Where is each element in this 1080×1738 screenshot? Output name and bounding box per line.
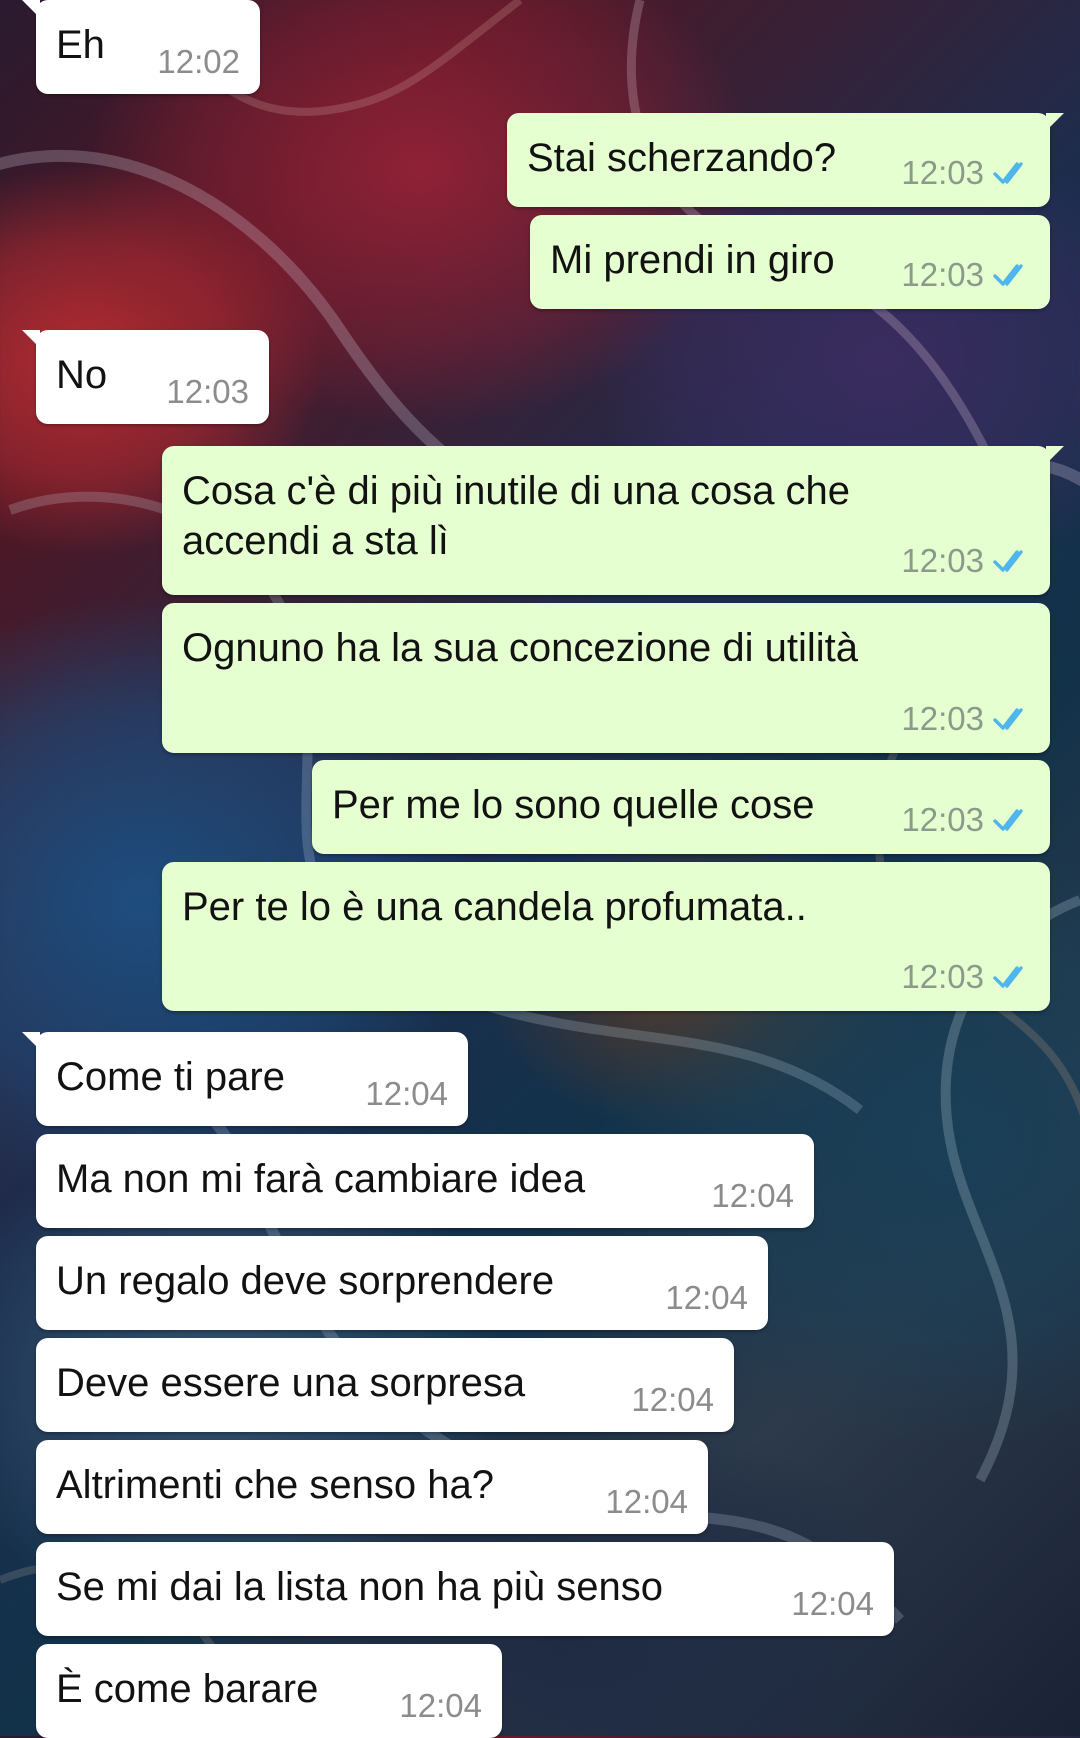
message-bubble[interactable]: Altrimenti che senso ha? 12:04 (36, 1440, 708, 1534)
message-meta: 12:03 (901, 960, 1032, 993)
message-timestamp: 12:03 (901, 700, 984, 737)
message-text: Ognuno ha la sua concezione di utilità (182, 626, 859, 670)
message-meta: 12:04 (791, 1587, 874, 1620)
double-check-icon (992, 805, 1032, 835)
double-check-icon (992, 546, 1032, 576)
message-bubble[interactable]: Eh 12:02 (22, 0, 260, 94)
message-bubble[interactable]: Come ti pare 12:04 (22, 1032, 468, 1126)
double-check-icon (992, 158, 1032, 188)
message-bubble[interactable]: Un regalo deve sorprendere 12:04 (36, 1236, 768, 1330)
message-timestamp: 12:03 (901, 542, 984, 579)
message-timestamp: 12:03 (166, 373, 249, 410)
message-timestamp: 12:04 (605, 1483, 688, 1520)
message-bubble[interactable]: Per te lo è una candela profumata.. 12:0… (162, 862, 1050, 1011)
message-text: Per te lo è una candela profumata.. (182, 885, 807, 929)
message-text: Altrimenti che senso ha? (56, 1463, 495, 1507)
chat-message-list: Eh 12:02 Stai scherzando? 12:03 Mi prend… (0, 0, 1080, 1738)
message-bubble[interactable]: Stai scherzando? 12:03 (507, 113, 1064, 207)
message-bubble[interactable]: Per me lo sono quelle cose 12:03 (312, 760, 1050, 854)
message-timestamp: 12:03 (901, 154, 984, 191)
message-timestamp: 12:04 (631, 1381, 714, 1418)
message-meta: 12:04 (399, 1689, 482, 1722)
message-bubble[interactable]: Deve essere una sorpresa 12:04 (36, 1338, 734, 1432)
message-meta: 12:03 (901, 702, 1032, 735)
message-meta: 12:04 (711, 1179, 794, 1212)
message-bubble[interactable]: No 12:03 (22, 330, 269, 424)
message-timestamp: 12:03 (901, 801, 984, 838)
message-text: Deve essere una sorpresa (56, 1361, 526, 1405)
message-text: Se mi dai la lista non ha più senso (56, 1565, 664, 1609)
message-text: Un regalo deve sorprendere (56, 1259, 555, 1303)
message-meta: 12:03 (901, 156, 1032, 189)
message-timestamp: 12:04 (711, 1177, 794, 1214)
message-timestamp: 12:03 (901, 256, 984, 293)
message-bubble[interactable]: Ma non mi farà cambiare idea 12:04 (36, 1134, 814, 1228)
double-check-icon (992, 962, 1032, 992)
message-bubble[interactable]: Se mi dai la lista non ha più senso 12:0… (36, 1542, 894, 1636)
message-meta: 12:03 (901, 803, 1032, 836)
message-meta: 12:04 (605, 1485, 688, 1518)
message-bubble[interactable]: Mi prendi in giro 12:03 (530, 215, 1050, 309)
message-bubble[interactable]: Cosa c'è di più inutile di una cosa che … (162, 446, 1064, 595)
message-meta: 12:03 (166, 375, 249, 408)
message-meta: 12:04 (631, 1383, 714, 1416)
message-meta: 12:04 (665, 1281, 748, 1314)
message-timestamp: 12:04 (665, 1279, 748, 1316)
message-timestamp: 12:03 (901, 958, 984, 995)
double-check-icon (992, 260, 1032, 290)
message-meta: 12:03 (901, 544, 1032, 577)
message-timestamp: 12:02 (157, 43, 240, 80)
message-meta: 12:04 (365, 1077, 448, 1110)
message-bubble[interactable]: È come barare 12:04 (36, 1644, 502, 1738)
message-text: Ma non mi farà cambiare idea (56, 1157, 586, 1201)
message-meta: 12:02 (157, 45, 240, 78)
message-timestamp: 12:04 (365, 1075, 448, 1112)
double-check-icon (992, 704, 1032, 734)
message-meta: 12:03 (901, 258, 1032, 291)
message-timestamp: 12:04 (399, 1687, 482, 1724)
message-timestamp: 12:04 (791, 1585, 874, 1622)
message-bubble[interactable]: Ognuno ha la sua concezione di utilità 1… (162, 603, 1050, 753)
